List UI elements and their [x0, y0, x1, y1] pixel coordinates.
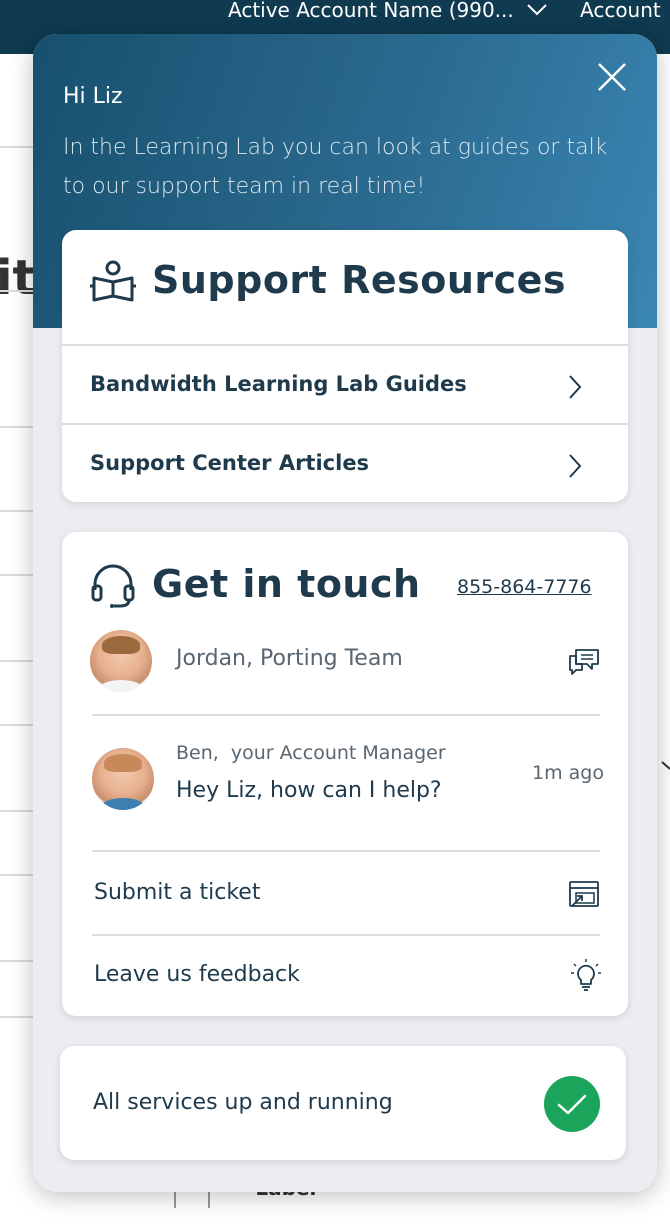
contact-jordan[interactable]: Jordan, Porting Team [90, 628, 602, 698]
learning-lab-panel: Hi Liz In the Learning Lab you can look … [33, 34, 657, 1192]
chevron-right-icon [569, 454, 582, 478]
book-icon [90, 260, 136, 302]
contact-ben[interactable]: Ben, your Account Manager Hey Liz, how c… [90, 732, 604, 832]
get-in-touch-title: Get in touch [152, 562, 421, 606]
status-badge [544, 1076, 600, 1132]
avatar-hair [104, 754, 142, 772]
account-menu[interactable]: Account [580, 0, 661, 22]
support-center-articles-label: Support Center Articles [90, 451, 370, 475]
service-status-text: All services up and running [93, 1090, 393, 1115]
ticket-window-icon [569, 881, 599, 907]
chevron-right-icon [661, 761, 670, 770]
active-account-selector[interactable]: Active Account Name (990... [228, 0, 514, 22]
service-status-card: All services up and running [60, 1046, 626, 1160]
headset-icon [91, 564, 135, 608]
avatar-hair [102, 636, 140, 654]
avatar [92, 748, 154, 810]
support-resources-title: Support Resources [152, 258, 567, 302]
divider [92, 714, 600, 716]
lightbulb-icon [571, 959, 601, 991]
learning-lab-guides-label: Bandwidth Learning Lab Guides [90, 372, 467, 396]
chevron-right-icon [569, 375, 582, 399]
close-icon[interactable] [595, 60, 629, 94]
support-resources-card: Support Resources Bandwidth Learning Lab… [62, 230, 628, 502]
intro-text: In the Learning Lab you can look at guid… [63, 135, 608, 199]
leave-feedback-button[interactable]: Leave us feedback [62, 936, 628, 1016]
leave-feedback-label: Leave us feedback [94, 962, 300, 987]
avatar-shirt [100, 798, 146, 810]
submit-ticket-button[interactable]: Submit a ticket [62, 852, 628, 934]
get-in-touch-card: Get in touch 855-864-7776 Jordan, Portin… [62, 532, 628, 1016]
learning-lab-guides-link[interactable]: Bandwidth Learning Lab Guides [62, 346, 628, 424]
message-timestamp: 1m ago [532, 762, 604, 784]
background-page-title: it [0, 250, 36, 306]
contact-name: Ben, your Account Manager [176, 742, 446, 764]
chat-bubbles-icon [569, 649, 599, 675]
contact-name: Jordan, Porting Team [176, 646, 403, 671]
avatar [90, 630, 152, 692]
avatar-shirt [98, 680, 144, 692]
greeting: Hi Liz [63, 84, 123, 109]
chevron-down-icon[interactable] [526, 0, 548, 18]
submit-ticket-label: Submit a ticket [94, 880, 261, 905]
contact-last-message: Hey Liz, how can I help? [176, 778, 442, 803]
support-center-articles-link[interactable]: Support Center Articles [62, 425, 628, 503]
checkmark-icon [557, 1094, 587, 1115]
support-phone-link[interactable]: 855-864-7776 [457, 576, 592, 598]
